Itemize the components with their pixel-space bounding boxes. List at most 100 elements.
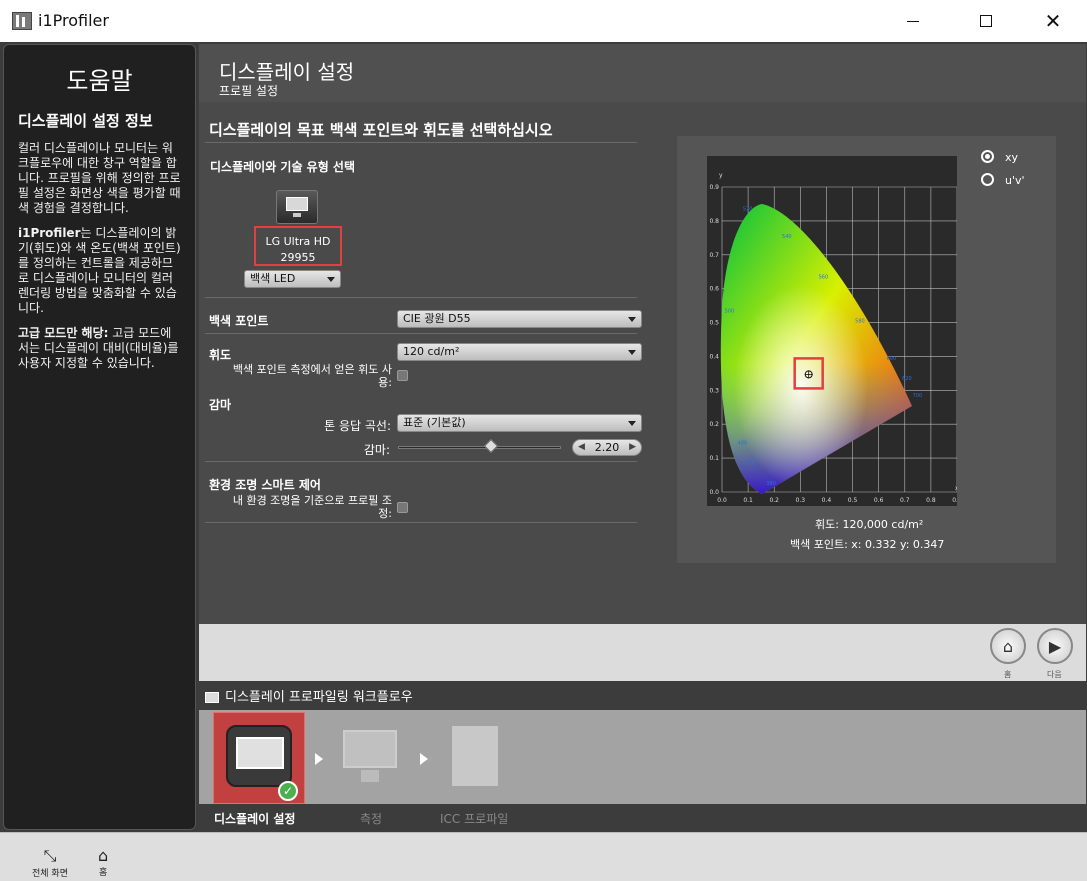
- wavelength-label: 540: [782, 234, 792, 240]
- x-tick-label: 0.9: [952, 497, 957, 504]
- divider: [205, 142, 637, 143]
- whitepoint-select[interactable]: CIE 광원 D55: [397, 310, 642, 328]
- uv-radio[interactable]: [981, 173, 994, 186]
- xy-radio-label: xy: [1005, 151, 1019, 164]
- y-tick-label: 0.3: [709, 387, 719, 394]
- monitor-name: LG Ultra HD: [265, 235, 331, 248]
- divider: [205, 333, 637, 334]
- content-header: 디스플레이 설정 프로필 설정: [199, 44, 1086, 102]
- monitor-icon: [286, 197, 308, 211]
- luminance-value: 120 cd/m²: [403, 345, 460, 358]
- measure-stand: [361, 770, 379, 782]
- x-tick-label: 0.4: [822, 497, 832, 504]
- bottom-home-button[interactable]: ⌂ 홈: [98, 846, 108, 878]
- monitor-icon: [205, 692, 219, 703]
- fullscreen-label: 전체 화면: [32, 869, 68, 879]
- close-icon: ✕: [1044, 9, 1062, 33]
- y-axis-label: y: [719, 172, 723, 179]
- y-tick-label: 0.2: [709, 421, 719, 428]
- wavelength-label: 620: [902, 376, 912, 382]
- x-tick-label: 0.8: [926, 497, 936, 504]
- workflow-labels-bar: [199, 804, 1086, 830]
- luminance-label: 휘도: [209, 348, 232, 362]
- xy-radio[interactable]: [981, 150, 994, 163]
- help-panel: 도움말 디스플레이 설정 정보 컬러 디스플레이나 모니터는 워크플로우에 대한…: [3, 44, 196, 830]
- navigation-bar: [199, 624, 1086, 681]
- minimize-button[interactable]: [890, 0, 936, 42]
- gamma-label: 감마:: [363, 443, 390, 457]
- measured-luminance-checkbox[interactable]: [397, 370, 408, 381]
- wavelength-label: 380: [766, 481, 776, 487]
- home-icon: ⌂: [98, 846, 109, 865]
- window-title: i1Profiler: [38, 11, 109, 30]
- y-tick-label: 0.6: [709, 286, 719, 293]
- workflow-steps: [199, 710, 1086, 804]
- gamma-slider[interactable]: [398, 446, 561, 449]
- wavelength-label: 600: [887, 356, 897, 362]
- divider: [205, 297, 637, 298]
- workflow-step-display-settings[interactable]: ✓: [213, 712, 305, 804]
- help-paragraph-1: 컬러 디스플레이나 모니터는 워크플로우에 대한 창구 역할을 합니다. 프로필…: [18, 141, 181, 215]
- workflow-label-icc[interactable]: ICC 프로파일: [440, 810, 508, 827]
- maximize-icon: [980, 15, 992, 27]
- tone-curve-select[interactable]: 표준 (기본값): [397, 414, 642, 432]
- increment-icon[interactable]: ▶: [629, 440, 636, 455]
- workflow-step-icc[interactable]: [448, 726, 502, 786]
- gamma-stepper[interactable]: ◀ 2.20 ▶: [572, 439, 642, 456]
- home-button[interactable]: ⌂: [990, 628, 1026, 664]
- bottom-bar: [0, 832, 1087, 881]
- x-tick-label: 0.2: [769, 497, 779, 504]
- page-subtitle: 프로필 설정: [219, 84, 279, 98]
- x-tick-label: 0.6: [874, 497, 884, 504]
- next-button[interactable]: ▶: [1037, 628, 1073, 664]
- fullscreen-icon: ⤡: [43, 846, 57, 865]
- page-title: 디스플레이 설정: [219, 60, 355, 84]
- workflow-header: 디스플레이 프로파일링 워크플로우: [199, 686, 1086, 710]
- wavelength-label: 520: [743, 207, 753, 213]
- wavelength-label: 470: [746, 461, 756, 467]
- close-button[interactable]: ✕: [1030, 0, 1076, 42]
- y-tick-label: 0.1: [709, 455, 719, 462]
- monitor-stand: [293, 213, 301, 217]
- technology-select[interactable]: 백색 LED: [244, 270, 341, 288]
- icc-profile-icon: [452, 726, 498, 786]
- maximize-button[interactable]: [963, 0, 1009, 42]
- workflow-label-measure[interactable]: 측정: [360, 810, 382, 827]
- y-tick-label: 0.8: [709, 218, 719, 225]
- help-bold-advanced: 고급 모드만 해당:: [18, 326, 109, 340]
- gamma-value: 2.20: [594, 441, 620, 454]
- tone-curve-label: 톤 응답 곡선:: [324, 419, 391, 433]
- fullscreen-button[interactable]: ⤡ 전체 화면: [32, 846, 68, 879]
- x-tick-label: 0.1: [743, 497, 753, 504]
- home-icon: ⌂: [1002, 636, 1014, 656]
- divider: [205, 522, 637, 523]
- app-window: i1Profiler ✕ 도움말 디스플레이 설정 정보 컬러 디스플레이나 모…: [0, 0, 1087, 881]
- bottom-home-label: 홈: [98, 868, 108, 878]
- wavelength-label: 500: [725, 308, 735, 314]
- workflow-label-display-settings[interactable]: 디스플레이 설정: [214, 810, 295, 827]
- step-arrow-icon: [315, 753, 323, 765]
- uv-radio-label: u'v': [1005, 174, 1025, 187]
- workflow-step-measure[interactable]: [343, 726, 397, 786]
- ambient-adjust-label: 내 환경 조명을 기준으로 프로필 조정:: [232, 494, 392, 520]
- x-tick-label: 0.7: [900, 497, 910, 504]
- monitor-select-button[interactable]: [276, 190, 318, 224]
- y-tick-label: 0.4: [709, 353, 719, 360]
- chromaticity-diagram: 520 540 560 580 600 620 700 500 480 470 380 0.0 0.1…: [707, 156, 957, 506]
- display-type-label: 디스플레이와 기술 유형 선택: [210, 160, 356, 174]
- display-screen: [236, 737, 284, 769]
- chart-whitepoint-text: 백색 포인트: x: 0.332 y: 0.347: [790, 538, 945, 551]
- next-button-label: 다음: [1047, 670, 1062, 679]
- checkmark-icon: ✓: [278, 781, 298, 801]
- ambient-adjust-checkbox[interactable]: [397, 502, 408, 513]
- x-tick-label: 0.5: [848, 497, 858, 504]
- decrement-icon[interactable]: ◀: [578, 440, 585, 455]
- whitepoint-label: 백색 포인트: [209, 314, 269, 328]
- help-paragraph-3: 고급 모드만 해당: 고급 모드에서는 디스플레이 대비(대비율)를 사용자 지…: [18, 326, 181, 371]
- help-title: 도움말: [66, 67, 133, 95]
- app-logo-icon: [12, 12, 32, 30]
- chevron-down-icon: [628, 350, 636, 355]
- chart-luminance-text: 휘도: 120,000 cd/m²: [815, 518, 924, 531]
- wavelength-label: 700: [913, 393, 923, 399]
- luminance-select[interactable]: 120 cd/m²: [397, 343, 642, 361]
